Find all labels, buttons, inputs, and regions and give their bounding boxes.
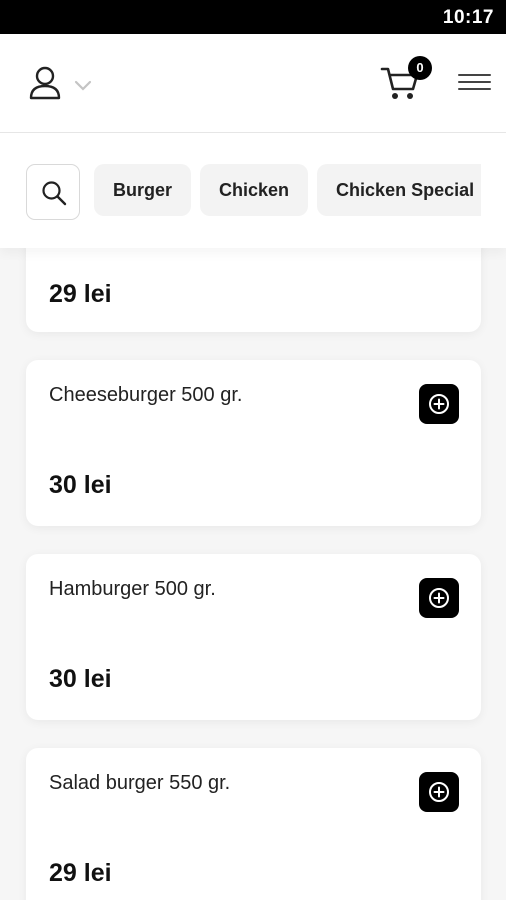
product-card: Hamburger 500 gr. 30 lei bbox=[26, 554, 481, 720]
category-tabs: Burger Chicken Chicken Special bbox=[94, 164, 481, 216]
product-price: 30 lei bbox=[49, 471, 112, 499]
product-card: 29 lei bbox=[26, 248, 481, 332]
app-header: 0 bbox=[0, 34, 506, 133]
product-price: 29 lei bbox=[49, 280, 112, 308]
category-chip-chicken[interactable]: Chicken bbox=[200, 164, 309, 216]
category-chip-burger[interactable]: Burger bbox=[94, 164, 192, 216]
plus-circle-icon bbox=[429, 782, 449, 802]
product-card: Cheeseburger 500 gr. 30 lei bbox=[26, 360, 481, 526]
category-chip-chicken-special[interactable]: Chicken Special bbox=[317, 164, 481, 216]
status-bar: 10:17 bbox=[0, 0, 506, 34]
add-to-cart-button[interactable] bbox=[419, 578, 459, 618]
search-button[interactable] bbox=[26, 164, 80, 220]
product-card: Salad burger 550 gr. 29 lei bbox=[26, 748, 481, 900]
plus-circle-icon bbox=[429, 588, 449, 608]
user-icon bbox=[28, 66, 62, 105]
chevron-down-icon bbox=[74, 78, 92, 96]
product-name: Salad burger 550 gr. bbox=[49, 772, 231, 794]
cart-button[interactable]: 0 bbox=[380, 56, 432, 104]
product-name: Cheeseburger 500 gr. bbox=[49, 384, 243, 406]
hamburger-menu-icon bbox=[458, 72, 492, 94]
cart-count-badge: 0 bbox=[408, 56, 432, 80]
category-bar: Burger Chicken Chicken Special bbox=[0, 133, 506, 248]
product-name: Hamburger 500 gr. bbox=[49, 578, 216, 600]
add-to-cart-button[interactable] bbox=[419, 384, 459, 424]
product-price: 29 lei bbox=[49, 859, 112, 887]
search-icon bbox=[42, 181, 67, 206]
product-list: 29 lei Cheeseburger 500 gr. 30 lei Hambu… bbox=[0, 248, 506, 900]
status-time: 10:17 bbox=[442, 7, 494, 28]
account-button[interactable] bbox=[28, 66, 98, 102]
plus-circle-icon bbox=[429, 394, 449, 414]
product-price: 30 lei bbox=[49, 665, 112, 693]
add-to-cart-button[interactable] bbox=[419, 772, 459, 812]
menu-button[interactable] bbox=[458, 72, 492, 94]
